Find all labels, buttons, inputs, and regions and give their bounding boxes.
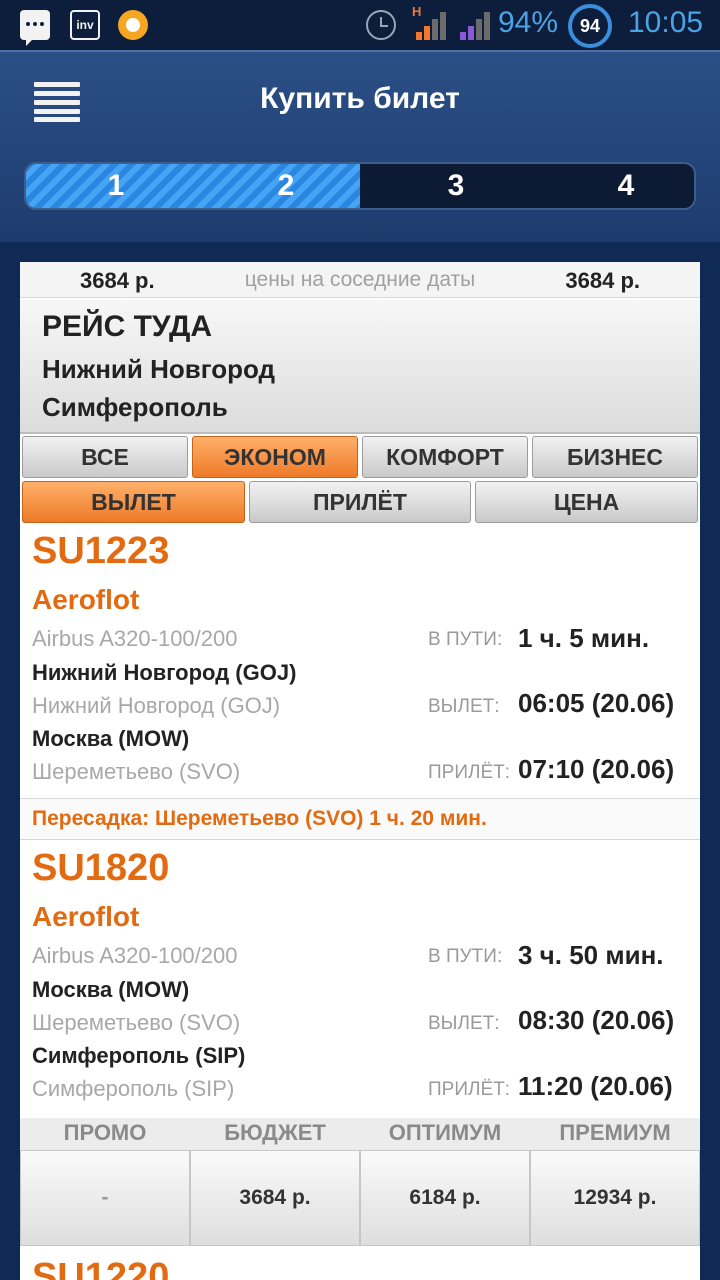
flight-number: SU1223 (32, 530, 170, 572)
signal-icon (456, 10, 490, 40)
airline-name: Aeroflot (32, 901, 140, 932)
departure-airport: Нижний Новгород (GOJ) (32, 693, 281, 718)
tariff-premium-button[interactable]: 12934 р. (530, 1150, 700, 1246)
arrival-city: Москва (MOW) (32, 726, 190, 751)
class-all-button[interactable]: ВСЕ (22, 436, 188, 478)
message-icon (20, 10, 50, 46)
departure-label: ВЫЛЕТ: (428, 696, 500, 717)
aircraft-type: Airbus A320-100/200 (32, 626, 238, 651)
route-origin: Нижний Новгород (42, 354, 276, 384)
flight-duration: 1 ч. 5 мин. (518, 623, 650, 653)
class-filter: ВСЕ ЭКОНОМ КОМФОРТ БИЗНЕС (20, 436, 700, 478)
arrival-time: 07:10 (20.06) (518, 754, 675, 784)
network-type-label: H (412, 4, 422, 19)
arrival-label: ПРИЛЁТ: (428, 762, 511, 783)
step-3[interactable]: 3 (372, 164, 540, 208)
battery-percent: 94% (498, 6, 559, 39)
page-title: Купить билет (260, 82, 460, 115)
departure-time: 06:05 (20.06) (518, 688, 675, 718)
app-header: Купить билет 1 2 3 4 (0, 50, 720, 242)
departure-city: Нижний Новгород (GOJ) (32, 660, 297, 685)
sort-options: ВЫЛЕТ ПРИЛЁТ ЦЕНА (20, 481, 700, 523)
next-date-price[interactable]: 3684 р. (565, 268, 640, 294)
tariff-promo-button: - (20, 1150, 190, 1246)
tariff-name-promo: ПРОМО (63, 1120, 147, 1145)
route-header: РЕЙС ТУДА Нижний Новгород Симферополь (20, 300, 700, 434)
battery-badge: 94 (568, 4, 612, 48)
sort-departure-button[interactable]: ВЫЛЕТ (22, 481, 245, 523)
status-bar: inv H 94% 94 10:05 (0, 0, 720, 50)
tariff-optimum-button[interactable]: 6184 р. (360, 1150, 530, 1246)
arrival-airport: Шереметьево (SVO) (32, 759, 241, 784)
arrival-city: Симферополь (SIP) (32, 1043, 246, 1068)
nearby-dates-prices[interactable]: 3684 р. цены на соседние даты 3684 р. (20, 262, 700, 298)
route-direction-title: РЕЙС ТУДА (42, 310, 213, 343)
results-panel: 3684 р. цены на соседние даты 3684 р. РЕ… (20, 262, 700, 1280)
departure-city: Москва (MOW) (32, 977, 190, 1002)
transfer-info: Пересадка: Шереметьево (SVO) 1 ч. 20 мин… (20, 798, 700, 840)
tariff-header-row: ПРОМО БЮДЖЕТ ОПТИМУМ ПРЕМИУМ (20, 1118, 700, 1150)
departure-airport: Шереметьево (SVO) (32, 1010, 241, 1035)
tariff-name-optimum: ОПТИМУМ (388, 1120, 502, 1145)
transfer-text: Пересадка: Шереметьево (SVO) 1 ч. 20 мин… (32, 807, 487, 830)
departure-label: ВЫЛЕТ: (428, 1013, 500, 1034)
arrival-label: ПРИЛЁТ: (428, 1079, 511, 1100)
departure-time: 08:30 (20.06) (518, 1005, 675, 1035)
flight-number: SU1820 (32, 847, 170, 889)
class-comfort-button[interactable]: КОМФОРТ (362, 436, 528, 478)
alarm-icon (366, 10, 396, 40)
step-4[interactable]: 4 (542, 164, 694, 208)
tariff-name-premium: ПРЕМИУМ (559, 1120, 671, 1145)
signal-icon: H (412, 4, 446, 40)
arrival-airport: Симферополь (SIP) (32, 1076, 235, 1101)
inv-app-icon: inv (70, 10, 100, 40)
class-economy-button[interactable]: ЭКОНОМ (192, 436, 358, 478)
class-business-button[interactable]: БИЗНЕС (532, 436, 698, 478)
clock: 10:05 (628, 6, 704, 39)
aircraft-type: Airbus A320-100/200 (32, 943, 238, 968)
flight-duration: 3 ч. 50 мин. (518, 940, 664, 970)
step-progress-bar: 1 2 3 4 (24, 162, 696, 210)
tariff-name-budget: БЮДЖЕТ (224, 1120, 326, 1145)
aliexpress-icon (118, 10, 148, 40)
arrival-time: 11:20 (20.06) (518, 1071, 673, 1101)
duration-label: В ПУТИ: (428, 946, 503, 967)
airline-name: Aeroflot (32, 584, 140, 615)
sort-arrival-button[interactable]: ПРИЛЁТ (249, 481, 471, 523)
duration-label: В ПУТИ: (428, 629, 503, 650)
tariff-budget-button[interactable]: 3684 р. (190, 1150, 360, 1246)
next-flight-number[interactable]: SU1220 (32, 1256, 169, 1280)
route-destination: Симферополь (42, 392, 228, 422)
step-2[interactable]: 2 (202, 164, 370, 208)
step-1[interactable]: 1 (32, 164, 200, 208)
sort-price-button[interactable]: ЦЕНА (475, 481, 698, 523)
